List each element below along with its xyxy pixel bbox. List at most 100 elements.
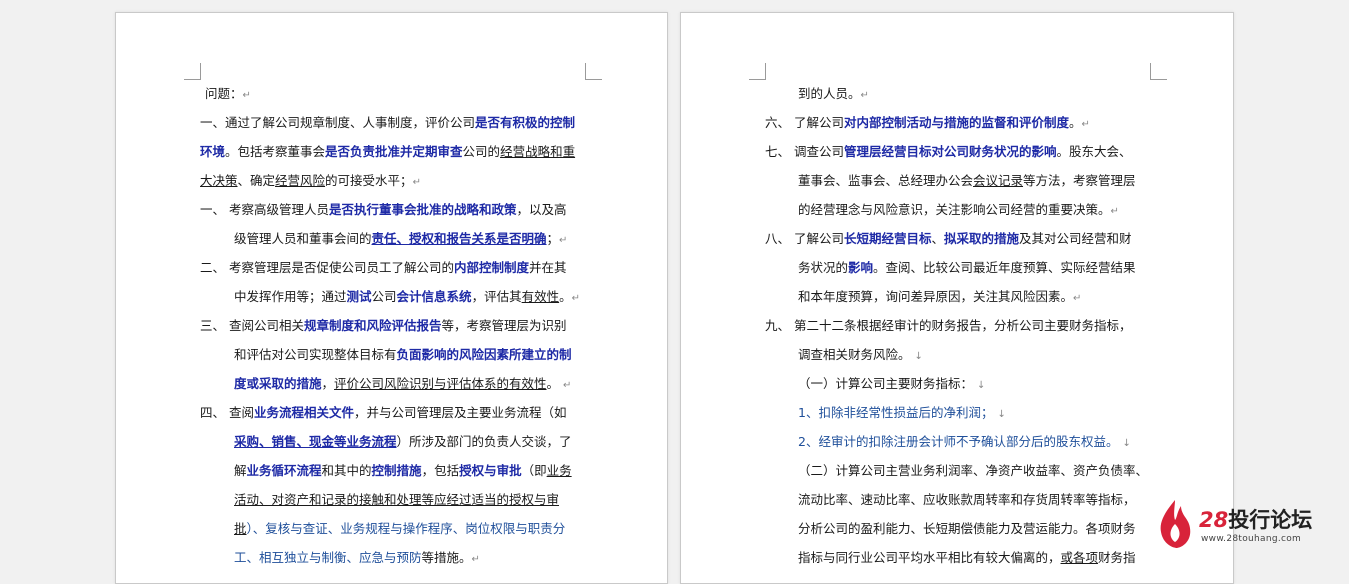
text-run: 等，考察管理层为识别	[441, 318, 567, 333]
text-line: 采购、销售、现金等业务流程）所涉及部门的负责人交谈，了	[234, 433, 572, 451]
text-run: 并在其	[529, 260, 567, 275]
text-run: 控制措施	[371, 463, 422, 478]
text-line: 中发挥作用等；通过测试公司会计信息系统，评估其有效性。↵	[234, 288, 580, 308]
text-run: 环境	[200, 144, 226, 159]
text-run: 及其对公司经营和财	[1019, 231, 1132, 246]
paragraph-mark: ↓	[997, 409, 1006, 420]
text-run: 会计信息系统	[396, 289, 472, 304]
watermark-brand: 28投行论坛	[1199, 508, 1313, 532]
text-run: 采购、销售、现金等业务流程	[234, 434, 397, 449]
text-run: ；	[546, 231, 560, 246]
text-run: 是否执行董事会批准的战略和政策	[328, 202, 517, 217]
text-run: 影响	[848, 260, 874, 275]
paragraph-mark: ↓	[914, 351, 923, 362]
text-run: 活动、对资产和记录的接触和处理等应经过适当的授权与审	[234, 492, 560, 507]
text-run: 和其中的	[321, 463, 372, 478]
text-run: 解	[234, 463, 247, 478]
text-line: 董事会、监事会、总经理办公会会议记录等方法，考察管理层	[798, 172, 1136, 190]
text-run: 流动比率、速动比率、应收账款周转率和存货周转率等指标，	[798, 492, 1136, 507]
text-run: 批	[234, 521, 247, 536]
text-run: 调查相关财务风险。	[798, 347, 915, 362]
text-line: 九、 第二十二条根据经审计的财务报告，分析公司主要财务指标，	[765, 317, 1131, 335]
text-run: 测试	[346, 289, 372, 304]
text-run: 分析公司的盈利能力、长短期偿债能力及营运能力。各项财务	[798, 521, 1136, 536]
text-run: 责任、授权和报告关系是否明确	[371, 231, 547, 246]
text-line: 三、 查阅公司相关规章制度和风险评估报告等，考察管理层为识别	[200, 317, 567, 335]
text-line: 环境。包括考察董事会是否负责批准并定期审查公司的经营战略和重	[200, 143, 575, 161]
text-run: 业务循环流程	[246, 463, 322, 478]
text-run: 对内部控制活动与措施的监督和评价制度	[843, 115, 1069, 130]
text-run: 八、 了解公司	[765, 231, 844, 246]
text-line: （二）计算公司主营业务利润率、净资产收益率、资产负债率、	[798, 462, 1148, 480]
text-line: 一、 考察高级管理人员是否执行董事会批准的战略和政策，以及高	[200, 201, 567, 219]
text-line: 四、 查阅业务流程相关文件，并与公司管理层及主要业务流程（如	[200, 404, 567, 422]
text-line: 问题：↵	[205, 85, 251, 105]
text-run: 三、 查阅公司相关	[200, 318, 304, 333]
text-run: 二、 考察管理层是否促使公司员工了解公司的	[200, 260, 454, 275]
paragraph-mark: ↵	[860, 90, 869, 101]
paragraph-mark: ↵	[242, 90, 251, 101]
text-line: 度或采取的措施，评价公司风险识别与评估体系的有效性。 ↵	[234, 375, 571, 395]
text-run: 1、扣除非经常性损益后的净利润；	[798, 405, 998, 420]
text-run: ，	[321, 376, 335, 391]
paragraph-mark: ↵	[571, 293, 580, 304]
paragraph-mark: ↓	[1122, 438, 1131, 449]
flame-logo-icon	[1160, 500, 1191, 548]
text-line: 一、通过了解公司规章制度、人事制度，评价公司是否有积极的控制	[200, 114, 575, 132]
text-line: 2、经审计的扣除注册会计师不予确认部分后的股东权益。 ↓	[798, 433, 1131, 453]
text-run: 长短期经营目标	[843, 231, 932, 246]
paragraph-mark: ↓	[976, 380, 986, 391]
text-run: 。	[546, 376, 564, 391]
margin-corner-top-left	[749, 63, 766, 80]
text-run: 九、 第二十二条根据经审计的财务报告，分析公司主要财务指标，	[765, 318, 1132, 333]
text-run: 。查阅、比较公司最近年度预算、实际经营结果	[873, 260, 1136, 275]
text-run: 2、经审计的扣除注册会计师不予确认部分后的股东权益。	[798, 434, 1123, 449]
text-run: （二）计算公司主营业务利润率、净资产收益率、资产负债率、	[798, 463, 1149, 478]
text-line: 流动比率、速动比率、应收账款周转率和存货周转率等指标，	[798, 491, 1136, 509]
text-run: 。	[1069, 115, 1082, 130]
text-run: 授权与审批	[459, 463, 522, 478]
paragraph-mark: ↵	[563, 380, 572, 391]
document-page-left[interactable]: 问题：↵ 一、通过了解公司规章制度、人事制度，评价公司是否有积极的控制 环境。包括考…	[115, 12, 668, 584]
text-run: 。	[559, 289, 572, 304]
text-line: 1、扣除非经常性损益后的净利润； ↓	[798, 404, 1006, 424]
text-run: 等措施。	[421, 550, 472, 565]
text-run: 经营战略和重	[500, 144, 576, 159]
watermark-url: www.28touhang.com	[1201, 534, 1302, 544]
text-run: 中发挥作用等；通过	[234, 289, 347, 304]
text-run: 四、 查阅	[200, 405, 254, 420]
text-run: 会议记录	[973, 173, 1024, 188]
text-run: 。包括考察董事会	[225, 144, 326, 159]
text-line: 工、相互独立与制衡、应急与预防等措施。↵	[234, 549, 480, 569]
text-run: 规章制度和风险评估报告	[303, 318, 442, 333]
text-run: 度或采取的措施	[234, 376, 322, 391]
text-run: 大决策	[200, 173, 238, 188]
paragraph-mark: ↵	[559, 235, 568, 246]
text-line: 的经营理念与风险意识，关注影响公司经营的重要决策。↵	[798, 201, 1119, 221]
text-line: 二、 考察管理层是否促使公司员工了解公司的内部控制制度并在其	[200, 259, 567, 277]
text-run: 级管理人员和董事会间的	[234, 231, 372, 246]
text-run: 管理层经营目标对公司财务状况的影响	[843, 144, 1057, 159]
text-line: 务状况的影响。查阅、比较公司最近年度预算、实际经营结果	[798, 259, 1136, 277]
text-line: 七、 调查公司管理层经营目标对公司财务状况的影响。股东大会、	[765, 143, 1132, 161]
text-run: 等方法，考察管理层	[1023, 173, 1136, 188]
text-run: （即	[521, 463, 547, 478]
text-run: ，评估其	[471, 289, 522, 304]
text-run: ，以及高	[516, 202, 567, 217]
text-line: 指标与同行业公司平均水平相比有较大偏离的，或各项财务指	[798, 549, 1136, 567]
text-run: ，包括	[421, 463, 460, 478]
text-line: 和评估对公司实现整体目标有负面影响的风险因素所建立的制	[234, 346, 572, 364]
text-line: 分析公司的盈利能力、长短期偿债能力及营运能力。各项财务	[798, 520, 1136, 538]
text-run: 一、通过了解公司规章制度、人事制度，评价公司	[200, 115, 476, 130]
text-run: 的经营理念与风险意识，关注影响公司经营的重要决策。	[798, 202, 1111, 217]
text-run: 公司的	[462, 144, 501, 159]
text-line: 级管理人员和董事会间的责任、授权和报告关系是否明确；↵	[234, 230, 567, 250]
text-line: 大决策、确定经营风险的可接受水平；↵	[200, 172, 421, 192]
text-line: 六、 了解公司对内部控制活动与措施的监督和评价制度。↵	[765, 114, 1090, 134]
text-run: 到的人员。	[798, 86, 861, 101]
text-run: ）所涉及部门的负责人交谈，了	[396, 434, 572, 449]
text-run: 负面影响的风险因素所建立的制	[396, 347, 572, 362]
text-run: ，并与公司管理层及主要业务流程（如	[354, 405, 567, 420]
document-page-right[interactable]: 到的人员。↵ 六、 了解公司对内部控制活动与措施的监督和评价制度。↵ 七、 调查公司…	[680, 12, 1234, 584]
paragraph-mark: ↵	[471, 554, 480, 565]
